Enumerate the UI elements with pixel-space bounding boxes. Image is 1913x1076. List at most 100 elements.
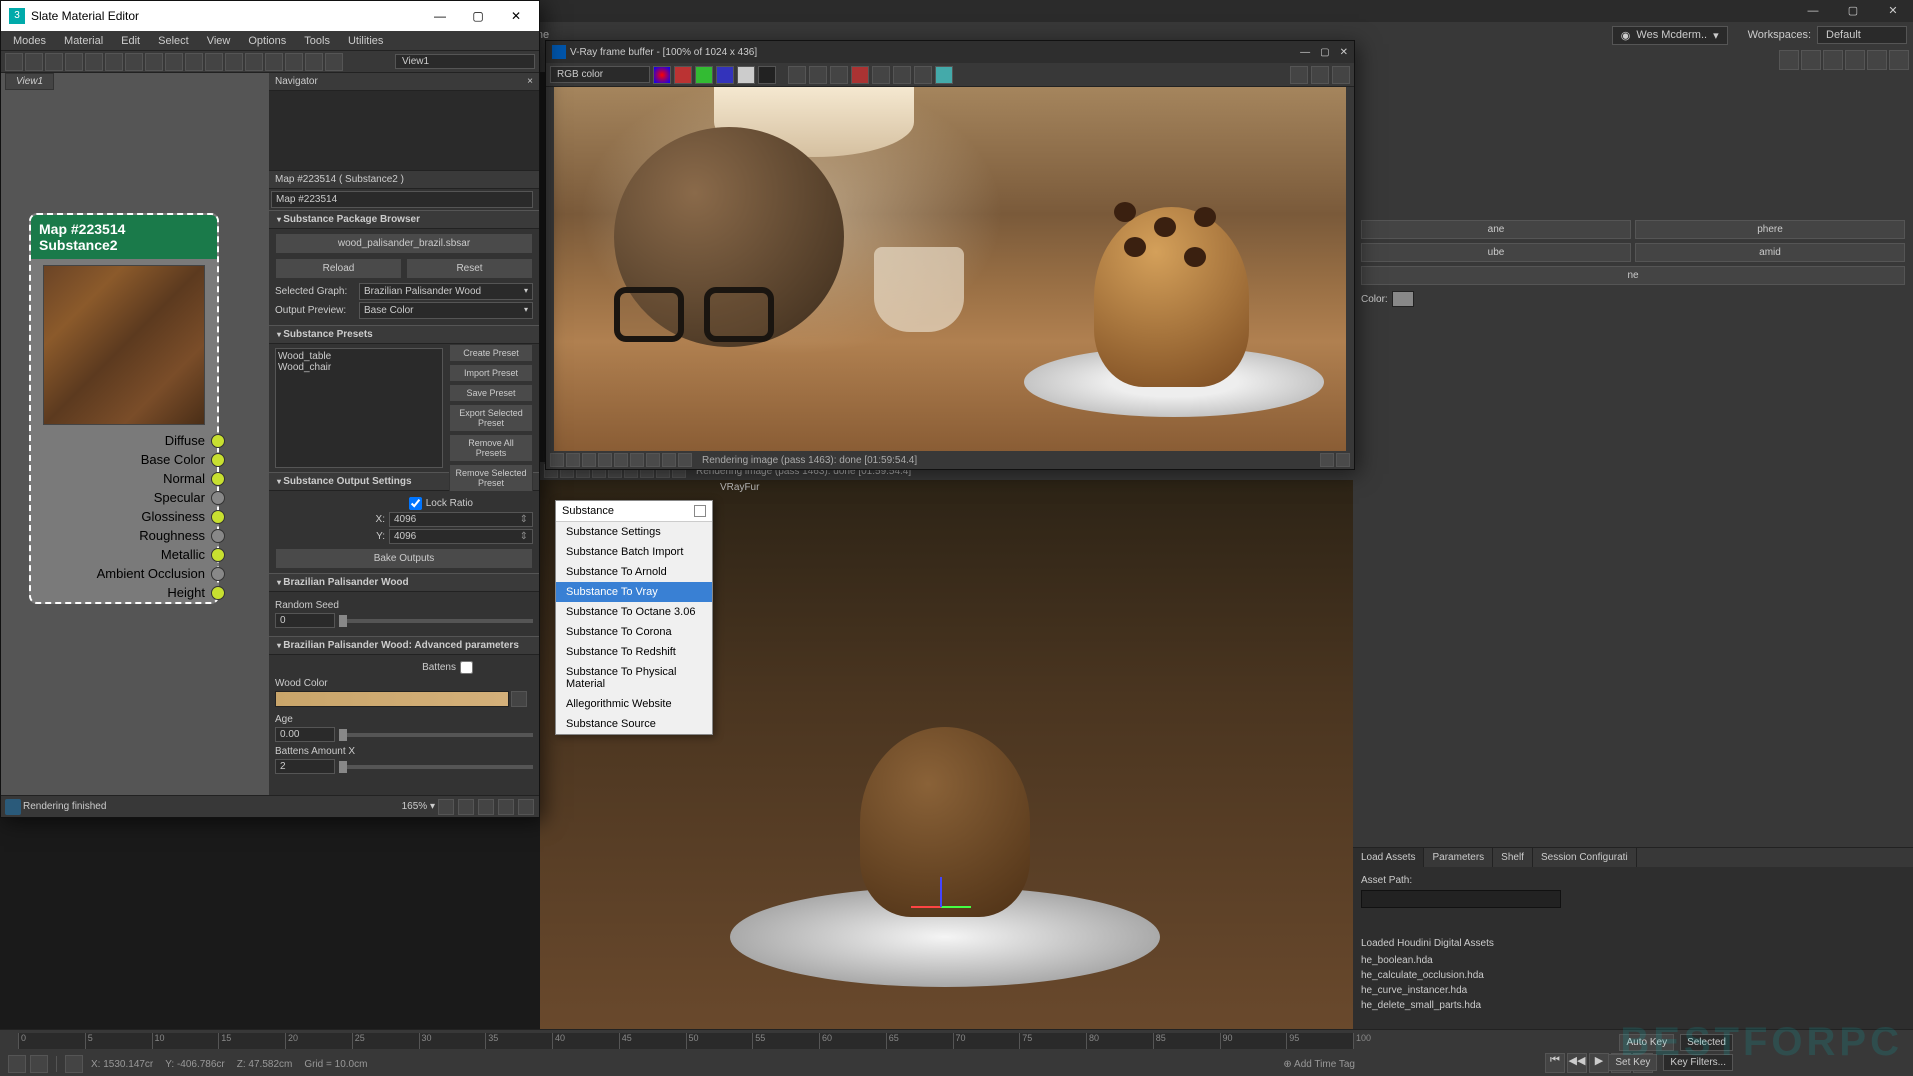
minimize-icon[interactable]: — [1300,47,1310,58]
sbsar-file-button[interactable]: wood_palisander_brazil.sbsar [275,233,533,254]
hda-item[interactable]: he_curve_instancer.hda [1361,983,1905,998]
node-output-normal[interactable]: Normal [31,469,217,488]
geom-button[interactable]: ane [1361,220,1631,239]
tool-icon[interactable] [1823,50,1843,70]
slate-menu-view[interactable]: View [199,33,239,49]
fit-icon[interactable] [478,799,494,815]
vfb-titlebar[interactable]: V-Ray frame buffer - [100% of 1024 x 436… [546,41,1354,63]
slate-menu-options[interactable]: Options [240,33,294,49]
node-output-diffuse[interactable]: Diffuse [31,431,217,450]
zoom-level[interactable]: 165% ▾ [402,801,435,812]
slate-menu-modes[interactable]: Modes [5,33,54,49]
close-button[interactable]: ✕ [1873,0,1913,22]
vfb-status-icon[interactable] [566,453,580,467]
goto-start-icon[interactable]: ⏮ [1545,1053,1565,1073]
corrections-icon[interactable] [1290,66,1308,84]
tool-icon[interactable] [145,53,163,71]
workspace-select[interactable]: Default [1817,26,1907,44]
slate-menu-edit[interactable]: Edit [113,33,148,49]
vfb-status-icon[interactable] [550,453,564,467]
random-seed-slider[interactable] [339,619,533,623]
age-spinner[interactable]: 0.00 [275,727,335,742]
maxscript-icon[interactable] [8,1055,26,1073]
node-output-metallic[interactable]: Metallic [31,545,217,564]
geom-button[interactable]: ube [1361,243,1631,262]
tool-icon[interactable] [1889,50,1909,70]
tool-icon[interactable] [165,53,183,71]
pick-icon[interactable] [5,53,23,71]
track-mouse-icon[interactable] [893,66,911,84]
history-icon[interactable] [1311,66,1329,84]
alpha-icon[interactable] [737,66,755,84]
create-preset-button[interactable]: Create Preset [449,344,533,362]
slate-menu-select[interactable]: Select [150,33,197,49]
tool-icon[interactable] [1867,50,1887,70]
tool-icon[interactable] [125,53,143,71]
geom-button[interactable]: amid [1635,243,1905,262]
green-channel-icon[interactable] [695,66,713,84]
vfb-icon[interactable] [1336,453,1350,467]
sel-lock-icon[interactable] [65,1055,83,1073]
node-output-specular[interactable]: Specular [31,488,217,507]
red-channel-icon[interactable] [674,66,692,84]
tool-icon[interactable] [1779,50,1799,70]
maximize-icon[interactable]: ▢ [1320,47,1329,58]
ctx-substance-to-vray[interactable]: Substance To Vray [556,582,712,602]
ctx-substance-to-physical-material[interactable]: Substance To Physical Material [556,662,712,694]
houdini-tab-parameters[interactable]: Parameters [1424,848,1493,867]
houdini-tab-load-assets[interactable]: Load Assets [1353,848,1424,867]
wood-color-swatch[interactable] [275,691,509,707]
tool-icon[interactable] [25,53,43,71]
close-icon[interactable]: ✕ [1340,47,1348,58]
user-account[interactable]: ◉ Wes Mcderm.. ▾ [1612,26,1728,45]
vfb-status-icon[interactable] [614,453,628,467]
section-presets[interactable]: Substance Presets [269,325,539,344]
render-image[interactable] [554,87,1346,451]
save-preset-button[interactable]: Save Preset [449,384,533,402]
selected-graph-dropdown[interactable]: Brazilian Palisander Wood [359,283,533,300]
x-res-dropdown[interactable]: 4096 [389,512,533,527]
mono-icon[interactable] [758,66,776,84]
tool-icon[interactable] [105,53,123,71]
bake-outputs-button[interactable]: Bake Outputs [275,548,533,569]
lock-ratio-checkbox[interactable] [409,497,422,510]
minimize-button[interactable]: — [1793,0,1833,22]
hda-item[interactable]: he_delete_small_parts.hda [1361,998,1905,1013]
stop-icon[interactable] [851,66,869,84]
vfb-icon[interactable] [1320,453,1334,467]
add-time-tag[interactable]: Add Time Tag [1294,1059,1355,1070]
tool-icon[interactable] [285,53,303,71]
vfb-status-icon[interactable] [662,453,676,467]
object-color-swatch[interactable] [1392,291,1414,307]
lock-icon[interactable] [30,1055,48,1073]
save-icon[interactable] [788,66,806,84]
pan-icon[interactable] [458,799,474,815]
node-output-ambient-occlusion[interactable]: Ambient Occlusion [31,564,217,583]
slate-graph-view[interactable]: View1 Map #223514 Substance2 DiffuseBase… [1,73,269,795]
remove-all-presets-button[interactable]: Remove All Presets [449,434,533,462]
material-node[interactable]: Map #223514 Substance2 DiffuseBase Color… [29,213,219,604]
maximize-button[interactable]: ▢ [1833,0,1873,22]
tool-icon[interactable] [325,53,343,71]
battens-checkbox[interactable] [460,661,473,674]
ctx-substance-settings[interactable]: Substance Settings [556,522,712,542]
vfb-settings-icon[interactable] [935,66,953,84]
tool-icon[interactable] [45,53,63,71]
zoom-icon[interactable] [438,799,454,815]
remove-selected-preset-button[interactable]: Remove Selected Preset [449,464,533,492]
maximize-icon[interactable]: ▢ [463,9,493,23]
clear-icon[interactable] [830,66,848,84]
preset-item[interactable]: Wood_chair [278,362,440,373]
region-icon[interactable] [872,66,890,84]
ctx-substance-source[interactable]: Substance Source [556,714,712,734]
vfb-status-icon[interactable] [678,453,692,467]
age-slider[interactable] [339,733,533,737]
node-output-height[interactable]: Height [31,583,217,602]
tool-icon[interactable] [225,53,243,71]
tool-icon[interactable] [305,53,323,71]
geom-button[interactable]: phere [1635,220,1905,239]
houdini-tab-shelf[interactable]: Shelf [1493,848,1533,867]
slate-menu-tools[interactable]: Tools [296,33,338,49]
section-wood[interactable]: Brazilian Palisander Wood [269,573,539,592]
ctx-substance-to-octane-3.06[interactable]: Substance To Octane 3.06 [556,602,712,622]
